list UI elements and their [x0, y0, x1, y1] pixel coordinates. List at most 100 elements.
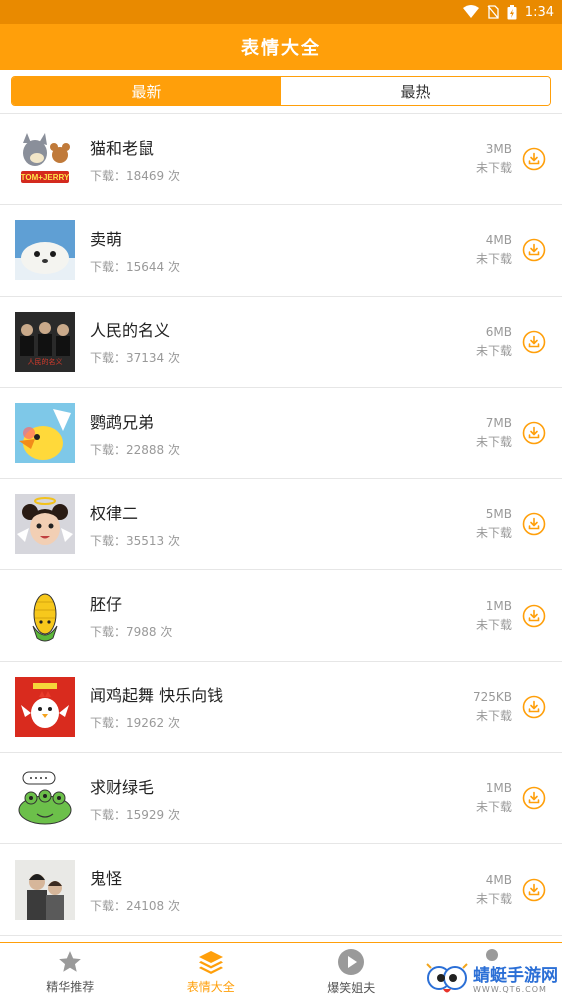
green-monster-icon — [15, 768, 75, 829]
nav-item-featured[interactable]: 精华推荐 — [0, 943, 141, 1000]
page-title: 表情大全 — [241, 38, 321, 59]
chicken-icon — [15, 676, 75, 737]
sticker-pack-list: TOM+JERRY 猫和老鼠 下载：18469 次 3MB 未下载 卖萌 下载：… — [0, 114, 562, 942]
item-info: 闻鸡起舞 快乐向钱 下载：19262 次 — [90, 682, 473, 731]
item-info: 鹦鹉兄弟 下载：22888 次 — [90, 409, 476, 458]
svg-text:人民的名义: 人民的名义 — [28, 357, 63, 366]
item-download-count: 下载：22888 次 — [90, 442, 180, 457]
item-status: 未下载 — [475, 252, 512, 267]
corn-icon — [15, 585, 75, 646]
watermark: 蜻蜓手游网 WWW.QT6.COM — [425, 962, 558, 998]
list-item[interactable]: 胚仔 下载：7988 次 1MB 未下载 — [0, 570, 562, 662]
item-meta: 5MB 未下载 — [476, 505, 512, 543]
item-meta: 6MB 未下载 — [476, 323, 512, 361]
item-info: 求财绿毛 下载：15929 次 — [90, 774, 476, 823]
list-item[interactable]: 卖萌 下载：15644 次 4MB 未下载 — [0, 205, 562, 297]
download-icon[interactable] — [522, 330, 546, 354]
download-icon[interactable] — [522, 695, 546, 719]
item-size: 4MB — [485, 872, 512, 887]
item-size: 1MB — [485, 598, 512, 613]
watermark-text: 蜻蜓手游网 — [473, 965, 558, 986]
item-status: 未下载 — [475, 435, 512, 450]
item-meta: 1MB 未下载 — [476, 779, 512, 817]
tab-hottest[interactable]: 最热 — [281, 77, 550, 105]
play-icon — [338, 948, 365, 975]
item-download-count: 下载：35513 次 — [90, 533, 180, 548]
download-icon[interactable] — [522, 786, 546, 810]
item-status: 未下载 — [475, 800, 512, 815]
item-meta: 3MB 未下载 — [476, 140, 512, 178]
star-icon — [59, 950, 82, 972]
dot-icon — [485, 949, 498, 961]
item-name: 权律二 — [90, 503, 139, 523]
battery-icon — [507, 4, 517, 20]
item-size: 6MB — [485, 324, 512, 339]
seal-icon — [15, 220, 75, 281]
item-meta: 4MB 未下载 — [476, 231, 512, 269]
item-meta: 1MB 未下载 — [476, 597, 512, 635]
download-icon[interactable] — [522, 604, 546, 628]
wifi-icon — [462, 5, 479, 19]
download-icon[interactable] — [522, 238, 546, 262]
item-size: 1MB — [485, 781, 512, 796]
item-download-count: 下载：15929 次 — [90, 807, 180, 822]
goblin-poster-icon — [15, 859, 75, 920]
item-info: 胚仔 下载：7988 次 — [90, 591, 476, 640]
item-meta: 725KB 未下载 — [473, 688, 512, 726]
list-item[interactable]: 鬼怪 下载：24108 次 4MB 未下载 — [0, 844, 562, 936]
status-bar: 1:34 — [0, 0, 562, 24]
download-icon[interactable] — [522, 878, 546, 902]
dragonfly-logo-icon — [426, 963, 468, 993]
item-status: 未下载 — [475, 161, 512, 176]
item-name: 胚仔 — [90, 595, 123, 615]
nav-item-funny[interactable]: 爆笑姐夫 — [281, 943, 422, 1000]
item-name: 猫和老鼠 — [90, 138, 155, 158]
item-name: 闻鸡起舞 快乐向钱 — [90, 686, 224, 706]
item-meta: 4MB 未下载 — [476, 871, 512, 909]
list-item[interactable]: 鹦鹉兄弟 下载：22888 次 7MB 未下载 — [0, 388, 562, 480]
parrot-icon — [15, 403, 75, 464]
svg-text:TOM+JERRY: TOM+JERRY — [21, 173, 70, 182]
download-icon[interactable] — [522, 147, 546, 171]
item-download-count: 下载：24108 次 — [90, 899, 180, 914]
item-size: 7MB — [485, 416, 512, 431]
item-status: 未下载 — [475, 708, 512, 723]
item-info: 鬼怪 下载：24108 次 — [90, 865, 476, 914]
item-name: 鬼怪 — [90, 869, 123, 889]
item-name: 人民的名义 — [90, 321, 171, 341]
list-item[interactable]: 权律二 下载：35513 次 5MB 未下载 — [0, 479, 562, 571]
tabs-container: 最新 最热 — [0, 70, 562, 114]
segmented-tabs: 最新 最热 — [11, 76, 551, 106]
item-download-count: 下载：37134 次 — [90, 351, 180, 366]
tab-newest[interactable]: 最新 — [12, 77, 281, 105]
nav-item-sticker-collection[interactable]: 表情大全 — [141, 943, 282, 1000]
list-item[interactable]: 人民的名义 人民的名义 下载：37134 次 6MB 未下载 — [0, 297, 562, 388]
item-size: 725KB — [472, 689, 512, 704]
list-item[interactable]: TOM+JERRY 猫和老鼠 下载：18469 次 3MB 未下载 — [0, 114, 562, 206]
drama-poster-icon: 人民的名义 — [15, 311, 75, 372]
download-icon[interactable] — [522, 421, 546, 445]
status-time: 1:34 — [524, 4, 554, 20]
watermark-subtext: WWW.QT6.COM — [473, 984, 547, 994]
item-name: 求财绿毛 — [90, 777, 155, 797]
item-download-count: 下载：15644 次 — [90, 259, 180, 274]
item-meta: 7MB 未下载 — [476, 414, 512, 452]
item-size: 5MB — [485, 507, 512, 522]
nav-label: 爆笑姐夫 — [327, 980, 376, 995]
item-download-count: 下载：19262 次 — [90, 716, 180, 731]
list-item[interactable]: 求财绿毛 下载：15929 次 1MB 未下载 — [0, 753, 562, 845]
no-sim-icon — [487, 5, 499, 19]
nav-label: 表情大全 — [186, 979, 235, 994]
item-name: 鹦鹉兄弟 — [90, 412, 155, 432]
item-download-count: 下载：18469 次 — [90, 168, 180, 183]
download-icon[interactable] — [522, 512, 546, 536]
item-info: 卖萌 下载：15644 次 — [90, 226, 476, 275]
item-info: 权律二 下载：35513 次 — [90, 500, 476, 549]
item-status: 未下载 — [475, 343, 512, 358]
item-status: 未下载 — [475, 617, 512, 632]
angel-girl-icon — [15, 494, 75, 555]
list-item[interactable]: 闻鸡起舞 快乐向钱 下载：19262 次 725KB 未下载 — [0, 662, 562, 754]
bottom-nav: 精华推荐 表情大全 爆笑姐夫 蜻蜓手游网 WWW.QT6.COM — [0, 942, 562, 1000]
nav-label: 精华推荐 — [46, 979, 95, 994]
item-status: 未下载 — [475, 526, 512, 541]
